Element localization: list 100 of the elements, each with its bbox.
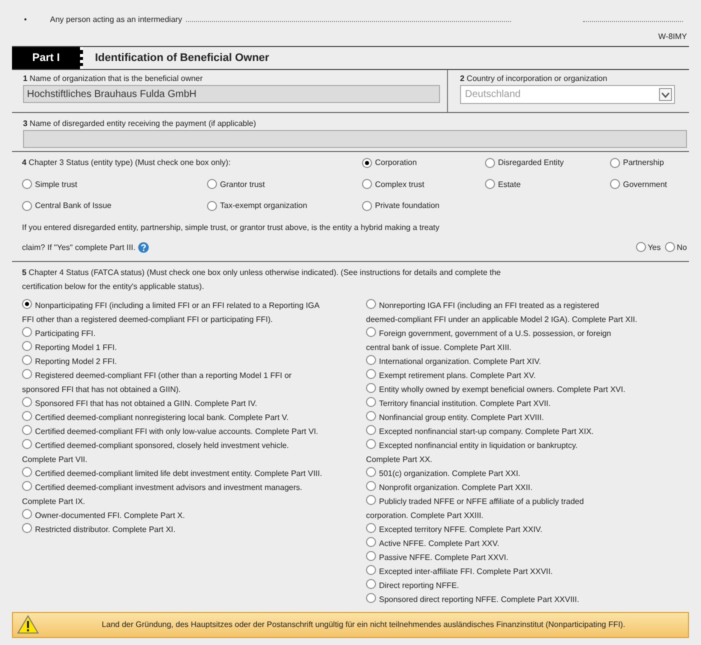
radio-button[interactable] <box>22 179 32 190</box>
radio-button[interactable] <box>366 438 376 448</box>
option-label: Publicly traded NFFE or NFFE affiliate of a publicly traded <box>379 496 584 506</box>
field-label: 3 Name of disregarded entity receiving the payment (if applicable) <box>23 119 258 130</box>
radio-button[interactable] <box>366 424 376 434</box>
radio-button[interactable] <box>22 368 32 378</box>
warning-message: Land der Gründung, des Hauptsitzes oder der Postanschrift ungültig für ein nicht teilnehmendes ausländisches Finanzinstitut (Nonparticipating FFI). <box>100 620 626 629</box>
option-label: Direct reporting NFFE. <box>379 580 460 590</box>
option-label: Simple trust <box>35 180 78 189</box>
field-label: 1 Name of organization that is the beneficial owner <box>23 74 204 85</box>
radio-button[interactable] <box>485 158 495 168</box>
radio-button[interactable] <box>366 410 376 420</box>
option-label: Tax-exempt organization <box>220 201 308 210</box>
disregarded-entity-input[interactable] <box>23 130 687 148</box>
option-label: Certified deemed-compliant limited life debt investment entity. Complete Part VIII. <box>35 468 322 478</box>
option-label: Participating FFI. <box>35 328 96 338</box>
option-label: deemed-compliant FFI under an applicable Model 2 IGA). Complete Part XII. <box>366 314 638 324</box>
option-label: Complete Part IX. <box>22 496 86 506</box>
option-label: Grantor trust <box>220 180 265 189</box>
option-label: Certified deemed-compliant FFI with only low-value accounts. Complete Part VI. <box>35 426 318 436</box>
help-icon[interactable] <box>138 242 150 252</box>
radio-button[interactable] <box>22 200 32 211</box>
option-label: central bank of issue. Complete Part XIII. <box>366 342 512 352</box>
radio-button[interactable] <box>366 564 376 574</box>
option-label: Owner-documented FFI. Complete Part X. <box>35 510 185 520</box>
option-label: Sponsored FFI that has not obtained a GIIN. Complete Part IV. <box>35 398 258 408</box>
intermediary-label: Any person acting as an intermediary <box>50 15 182 24</box>
radio-button[interactable] <box>22 438 32 448</box>
option-label: Partnership <box>623 158 664 168</box>
radio-button[interactable] <box>207 200 217 211</box>
radio-button[interactable] <box>366 382 376 392</box>
option-label: Excepted inter-affiliate FFI. Complete Part XXVII. <box>379 566 553 576</box>
part-title: Identification of Beneficial Owner <box>94 51 270 66</box>
option-label: 501(c) organization. Complete Part XXI. <box>379 468 520 478</box>
option-label: Complete Part VII. <box>22 454 88 464</box>
bullet: • <box>24 15 28 24</box>
radio-button[interactable] <box>366 550 376 560</box>
radio-button[interactable] <box>610 179 620 190</box>
option-label: International organization. Complete Part XIV. <box>379 356 542 366</box>
radio-button[interactable] <box>366 466 376 476</box>
radio-button[interactable] <box>366 326 376 336</box>
radio-button[interactable] <box>22 340 32 350</box>
radio-button[interactable] <box>366 298 376 308</box>
radio-button[interactable] <box>366 578 376 588</box>
option-label: Nonparticipating FFI (including a limited FFI or an FFI related to a Reporting IGA <box>35 300 320 310</box>
radio-button[interactable] <box>366 368 376 378</box>
form-name: W-8IMY <box>658 32 687 41</box>
option-label: Corporation <box>375 158 417 168</box>
radio-button[interactable] <box>22 480 32 490</box>
radio-button[interactable] <box>366 522 376 532</box>
option-label: Certified deemed-compliant sponsored, closely held investment vehicle. <box>35 440 289 450</box>
question-text: claim? If "Yes" complete Part III. <box>22 242 136 252</box>
option-label: Nonreporting IGA FFI (including an FFI treated as a registered <box>379 300 600 310</box>
radio-button[interactable] <box>362 158 372 168</box>
radio-button[interactable] <box>22 298 32 308</box>
radio-button[interactable] <box>366 494 376 504</box>
radio-button[interactable] <box>22 354 32 364</box>
option-label: Certified deemed-compliant investment advisors and investment managers. <box>35 482 302 492</box>
option-label: Reporting Model 1 FFI. <box>35 342 117 352</box>
radio-button[interactable] <box>366 536 376 546</box>
radio-button[interactable] <box>366 396 376 406</box>
radio-button[interactable] <box>207 179 217 190</box>
option-label: sponsored FFI that has not obtained a GIIN). <box>22 384 181 394</box>
radio-button[interactable] <box>366 354 376 364</box>
radio-button[interactable] <box>22 326 32 336</box>
option-label: No <box>676 242 687 252</box>
radio-button[interactable] <box>366 480 376 490</box>
option-label: Estate <box>498 180 521 189</box>
radio-button[interactable] <box>610 158 620 168</box>
option-label: Government <box>623 180 668 189</box>
option-label: Passive NFFE. Complete Part XXVI. <box>379 552 508 562</box>
field-label: 4 Chapter 3 Status (entity type) (Must check one box only): <box>22 158 232 168</box>
field-label: 2 Country of incorporation or organization <box>460 74 608 85</box>
radio-button[interactable] <box>664 242 675 252</box>
option-label: Foreign government, government of a U.S. possession, or foreign <box>379 328 612 338</box>
radio-button[interactable] <box>22 522 32 532</box>
radio-button[interactable] <box>22 466 32 476</box>
radio-button[interactable] <box>22 424 32 434</box>
radio-button[interactable] <box>362 179 372 190</box>
radio-button[interactable] <box>636 242 646 252</box>
option-label: Excepted territory NFFE. Complete Part XXIV. <box>379 524 542 534</box>
radio-button[interactable] <box>22 508 32 518</box>
radio-button[interactable] <box>366 592 376 602</box>
radio-button[interactable] <box>22 396 32 406</box>
field-label: certification below for the entity's applicable status). <box>22 280 206 293</box>
option-label: Disregarded Entity <box>498 158 564 168</box>
option-label: Entity wholly owned by exempt beneficial owners. Complete Part XVI. <box>379 384 626 394</box>
option-label: Excepted nonfinancial start-up company. Complete Part XIX. <box>379 426 594 436</box>
option-label: Exempt retirement plans. Complete Part XV. <box>379 370 536 380</box>
field-label: 5 Chapter 4 Status (FATCA status) (Must check one box only unless otherwise indicated). (See instructions for details and complete the <box>22 266 502 279</box>
radio-button[interactable] <box>362 200 372 211</box>
option-label: Nonfinancial group entity. Complete Part XVIII. <box>379 412 544 422</box>
radio-button[interactable] <box>485 179 495 190</box>
radio-button[interactable] <box>22 410 32 420</box>
part-label: Part I <box>12 47 83 69</box>
name-input[interactable]: Hochstiftliches Brauhaus Fulda GmbH <box>23 85 440 103</box>
option-label: Complete Part XX. <box>366 454 432 464</box>
option-label: Complex trust <box>375 180 424 189</box>
option-label: Territory financial institution. Complete Part XVII. <box>379 398 551 408</box>
option-label: Private foundation <box>375 201 440 210</box>
